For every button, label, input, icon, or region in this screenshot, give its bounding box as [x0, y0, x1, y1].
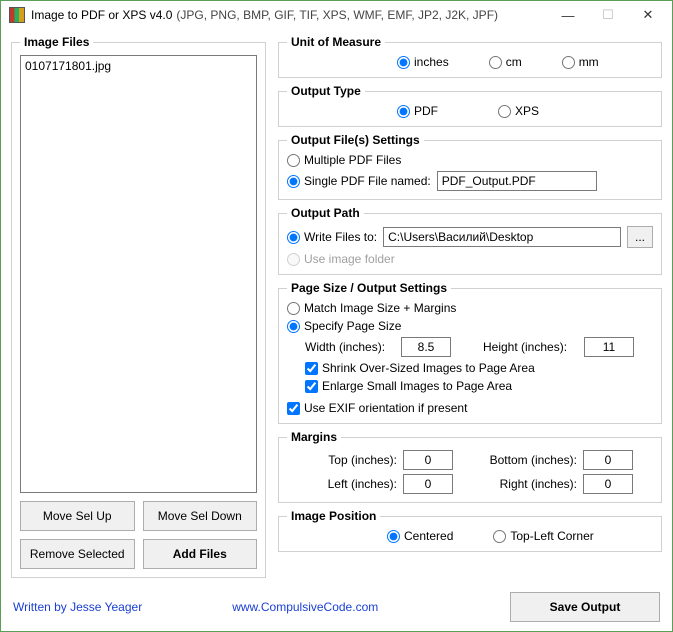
image-files-listbox[interactable]: 0107171801.jpg — [20, 55, 257, 493]
margin-bottom-label: Bottom (inches): — [477, 453, 577, 467]
page-size-group: Page Size / Output Settings Match Image … — [278, 281, 662, 424]
browse-path-button[interactable]: ... — [627, 226, 653, 248]
single-pdf-name-input[interactable] — [437, 171, 597, 191]
list-item[interactable]: 0107171801.jpg — [25, 58, 252, 74]
titlebar: Image to PDF or XPS v4.0 (JPG, PNG, BMP,… — [1, 1, 672, 29]
maximize-button[interactable]: ☐ — [588, 1, 628, 29]
enlarge-checkbox[interactable]: Enlarge Small Images to Page Area — [305, 379, 512, 393]
output-path-legend: Output Path — [287, 206, 364, 220]
save-output-button[interactable]: Save Output — [510, 592, 660, 622]
exif-checkbox[interactable]: Use EXIF orientation if present — [287, 401, 467, 415]
margin-top-label: Top (inches): — [307, 453, 397, 467]
window-title: Image to PDF or XPS v4.0 — [31, 8, 172, 22]
app-window: Image to PDF or XPS v4.0 (JPG, PNG, BMP,… — [0, 0, 673, 632]
output-pdf-radio[interactable]: PDF — [397, 104, 438, 118]
match-size-radio[interactable]: Match Image Size + Margins — [287, 301, 456, 315]
unit-inches-radio[interactable]: inches — [397, 55, 449, 69]
app-icon — [9, 7, 25, 23]
footer: Written by Jesse Yeager www.CompulsiveCo… — [1, 586, 672, 632]
author-link[interactable]: Written by Jesse Yeager — [13, 600, 142, 614]
move-down-button[interactable]: Move Sel Down — [143, 501, 258, 531]
margin-right-label: Right (inches): — [477, 477, 577, 491]
window-subtitle: (JPG, PNG, BMP, GIF, TIF, XPS, WMF, EMF,… — [176, 8, 498, 22]
image-position-group: Image Position Centered Top-Left Corner — [278, 509, 662, 552]
margin-left-label: Left (inches): — [307, 477, 397, 491]
minimize-button[interactable]: — — [548, 1, 588, 29]
image-position-legend: Image Position — [287, 509, 380, 523]
output-type-group: Output Type PDF XPS — [278, 84, 662, 127]
height-label: Height (inches): — [483, 340, 578, 354]
margin-top-input[interactable] — [403, 450, 453, 470]
output-path-group: Output Path Write Files to: ... Use imag… — [278, 206, 662, 275]
output-files-legend: Output File(s) Settings — [287, 133, 424, 147]
margins-legend: Margins — [287, 430, 341, 444]
image-files-group: Image Files 0107171801.jpg Move Sel Up M… — [11, 35, 266, 578]
topleft-radio[interactable]: Top-Left Corner — [493, 529, 593, 543]
site-link[interactable]: www.CompulsiveCode.com — [232, 600, 378, 614]
width-input[interactable] — [401, 337, 451, 357]
unit-mm-radio[interactable]: mm — [562, 55, 599, 69]
multiple-pdf-radio[interactable]: Multiple PDF Files — [287, 153, 401, 167]
unit-group: Unit of Measure inches cm mm — [278, 35, 662, 78]
unit-legend: Unit of Measure — [287, 35, 385, 49]
margin-bottom-input[interactable] — [583, 450, 633, 470]
page-size-legend: Page Size / Output Settings — [287, 281, 451, 295]
margin-right-input[interactable] — [583, 474, 633, 494]
margin-left-input[interactable] — [403, 474, 453, 494]
single-pdf-radio[interactable]: Single PDF File named: — [287, 174, 431, 188]
shrink-checkbox[interactable]: Shrink Over-Sized Images to Page Area — [305, 361, 535, 375]
centered-radio[interactable]: Centered — [387, 529, 453, 543]
remove-selected-button[interactable]: Remove Selected — [20, 539, 135, 569]
close-button[interactable]: ✕ — [628, 1, 668, 29]
use-image-folder-radio: Use image folder — [287, 252, 395, 266]
unit-cm-radio[interactable]: cm — [489, 55, 522, 69]
add-files-button[interactable]: Add Files — [143, 539, 258, 569]
specify-size-radio[interactable]: Specify Page Size — [287, 319, 401, 333]
image-files-legend: Image Files — [20, 35, 93, 49]
output-type-legend: Output Type — [287, 84, 365, 98]
write-files-radio[interactable]: Write Files to: — [287, 230, 377, 244]
move-up-button[interactable]: Move Sel Up — [20, 501, 135, 531]
output-path-input[interactable] — [383, 227, 621, 247]
height-input[interactable] — [584, 337, 634, 357]
width-label: Width (inches): — [305, 340, 395, 354]
output-xps-radio[interactable]: XPS — [498, 104, 539, 118]
output-files-group: Output File(s) Settings Multiple PDF Fil… — [278, 133, 662, 200]
margins-group: Margins Top (inches): Bottom (inches): L… — [278, 430, 662, 503]
